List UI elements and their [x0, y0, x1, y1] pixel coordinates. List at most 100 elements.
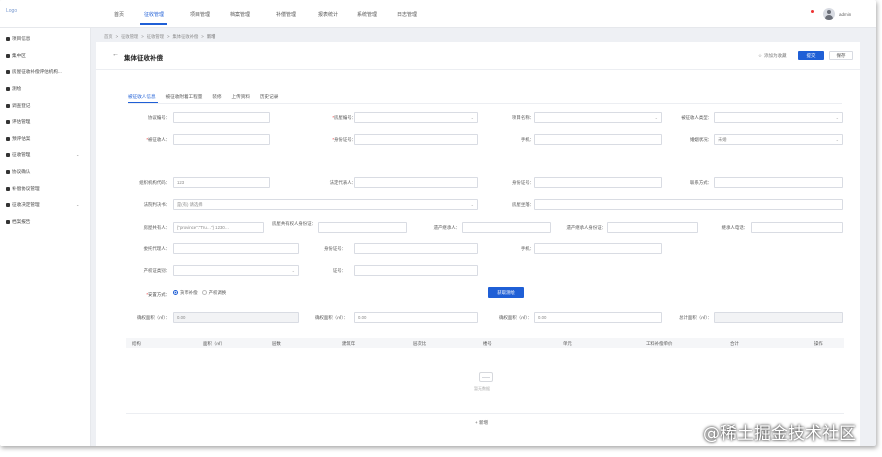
back-arrow-icon[interactable]: ← [112, 51, 119, 58]
house-location-input[interactable] [534, 199, 843, 210]
radio-monetary[interactable]: 货币补偿 [173, 290, 198, 296]
label-confirmed-area-1: 确权面积（㎡）： [137, 315, 170, 320]
get-survey-button[interactable]: 获取测绘 [488, 287, 524, 298]
project-name-select[interactable]: ⌄ [534, 112, 662, 123]
favorite-link[interactable]: ☆ 添加为收藏 [758, 53, 787, 59]
co-owner-input[interactable]: {"province":"Tru…"} 1230… [173, 222, 264, 233]
document-icon [6, 37, 10, 41]
agreement-no-input[interactable] [173, 112, 270, 123]
document-icon [6, 54, 10, 58]
legal-rep-id-input[interactable] [534, 177, 662, 188]
mobile-input[interactable] [534, 134, 662, 145]
house-no-select[interactable]: ⌄ [354, 112, 478, 123]
label-court-judgment: 法院判决书： [143, 202, 170, 207]
cert-no-input[interactable] [354, 265, 478, 276]
sidebar-item-project-info[interactable]: 项目信息 [6, 36, 30, 42]
sidebar-item-survey[interactable]: 测绘 [6, 86, 21, 92]
sidebar-item-agreement-manage[interactable]: 补偿协议管理 [6, 186, 40, 192]
heir-phone-input[interactable] [751, 222, 843, 233]
heir-input[interactable] [462, 222, 551, 233]
court-judgment-select[interactable]: 是(有) 请选择 ⌄ [173, 199, 478, 210]
chevron-down-icon: ⌄ [654, 115, 658, 120]
chevron-down-icon: ⌄ [76, 152, 80, 157]
agent-mobile-input[interactable] [534, 243, 662, 254]
pin-icon [6, 170, 10, 174]
breadcrumb-item[interactable]: 集体征收补偿 [173, 34, 199, 40]
org-code-input[interactable]: 123 [173, 177, 270, 188]
label-heir: 遗产继承人： [433, 225, 460, 230]
heir-id-input[interactable] [607, 222, 698, 233]
tab-decoration[interactable]: 装修 [212, 94, 221, 103]
nav-item-compensation[interactable]: 补偿管理 [276, 11, 296, 18]
nav-item-system[interactable]: 系统管理 [357, 11, 377, 18]
confirmed-area-3-input[interactable]: 0.00 [534, 312, 662, 323]
page-header: ← 集体征收补偿 ☆ 添加为收藏 提交 保存 [96, 42, 860, 70]
label-house-location: 房屋坐落： [512, 202, 534, 207]
nav-item-home[interactable]: 首页 [114, 11, 124, 18]
contact-input[interactable] [714, 177, 843, 188]
empty-text: 暂无数据 [474, 386, 490, 391]
label-contact: 联系方式： [690, 180, 712, 185]
label-agent-id: 身份证号： [324, 246, 346, 251]
breadcrumb-home[interactable]: 首页 [104, 34, 113, 40]
sidebar-item-zone[interactable]: 集中区 [6, 53, 26, 59]
sidebar-item-archive-report[interactable]: 档案报告 [6, 219, 30, 225]
total-area-input[interactable] [714, 312, 843, 323]
legal-rep-input[interactable] [354, 177, 478, 188]
nav-item-projects[interactable]: 项目管理 [190, 11, 210, 18]
sidebar-item-registration[interactable]: 调查登记 [6, 103, 30, 109]
tab-upload[interactable]: 上传资料 [232, 94, 250, 103]
sidebar-item-expropriation[interactable]: 征收管理 ⌄ [6, 152, 79, 158]
sidebar-item-agreement-confirm[interactable]: 协议确认 [6, 169, 30, 175]
submit-button[interactable]: 提交 [798, 51, 824, 60]
sidebar-item-pre-assessment[interactable]: 预评估案 [6, 136, 30, 142]
notification-dot[interactable] [811, 10, 814, 13]
breadcrumb-current: 新增 [206, 34, 216, 39]
sidebar: 项目信息 集中区 房屋征收补偿评估机构... 测绘 调查登记 评估管理 预评估案… [0, 28, 91, 446]
watermark: @稀土掘金技术社区 [703, 424, 856, 444]
co-owner-id-input[interactable] [318, 222, 407, 233]
nav-item-expropriation[interactable]: 征收管理 [144, 11, 164, 18]
document-icon [6, 70, 10, 74]
confirmed-area-1-input[interactable]: 0.00 [173, 312, 299, 323]
tab-attachments-quantity[interactable]: 被征收附着工程量 [166, 94, 203, 103]
table-header: 结构 面积（㎡） 层数 建筑年 层次比 楼号 单元 工料补偿单价 合计 操作 [126, 338, 844, 348]
label-agent-mobile: 手机： [520, 246, 534, 251]
empty-box-icon [479, 372, 493, 382]
label-agreement-no: 协议编号： [148, 115, 170, 120]
label-placement: *安置方式： [146, 292, 170, 297]
agent-input[interactable] [173, 243, 299, 254]
star-icon: ☆ [758, 53, 763, 58]
save-button[interactable]: 保存 [829, 51, 853, 60]
sidebar-item-decision-manage[interactable]: 征收决定管理 ⌄ [6, 202, 79, 208]
document-icon [6, 87, 10, 91]
label-house-no: *房屋编号： [332, 115, 356, 120]
user-name[interactable]: admin [839, 12, 851, 17]
label-heir-phone: 继承人电话： [721, 225, 748, 230]
expropriated-person-input[interactable] [173, 134, 270, 145]
confirmed-area-2-input[interactable]: 0.00 [354, 312, 478, 323]
column-header: 单元 [563, 341, 572, 346]
column-header: 层次比 [413, 341, 427, 346]
label-org-code: 组织机构代码： [139, 180, 170, 185]
label-heir-id: 遗产继承人身份证： [566, 225, 606, 230]
id-no-input[interactable] [354, 134, 478, 145]
add-row-button[interactable]: + 新增 [475, 420, 488, 426]
breadcrumb-item[interactable]: 征收管理 [147, 34, 164, 40]
nav-item-reports[interactable]: 报表统计 [318, 11, 338, 18]
avatar[interactable] [823, 8, 835, 20]
sidebar-item-assessment[interactable]: 评估管理 [6, 119, 30, 125]
table-body: 暂无数据 [126, 348, 844, 414]
sidebar-item-evaluation-agency[interactable]: 房屋征收补偿评估机构... [6, 69, 62, 75]
radio-property-exchange[interactable]: 产权调换 [201, 290, 226, 296]
tab-history[interactable]: 历史记录 [260, 94, 278, 103]
nav-item-logs[interactable]: 日志管理 [397, 11, 417, 18]
breadcrumb-item[interactable]: 征收管理 [121, 34, 138, 40]
marital-status-select[interactable]: 未婚 ⌄ [714, 134, 843, 145]
chevron-down-icon: ⌄ [835, 115, 839, 120]
cert-type-select[interactable]: ⌄ [173, 265, 299, 276]
agent-id-input[interactable] [354, 243, 478, 254]
expropriated-type-select[interactable]: ⌄ [714, 112, 843, 123]
document-icon [6, 220, 10, 224]
nav-item-archives[interactable]: 档案管理 [230, 11, 250, 18]
